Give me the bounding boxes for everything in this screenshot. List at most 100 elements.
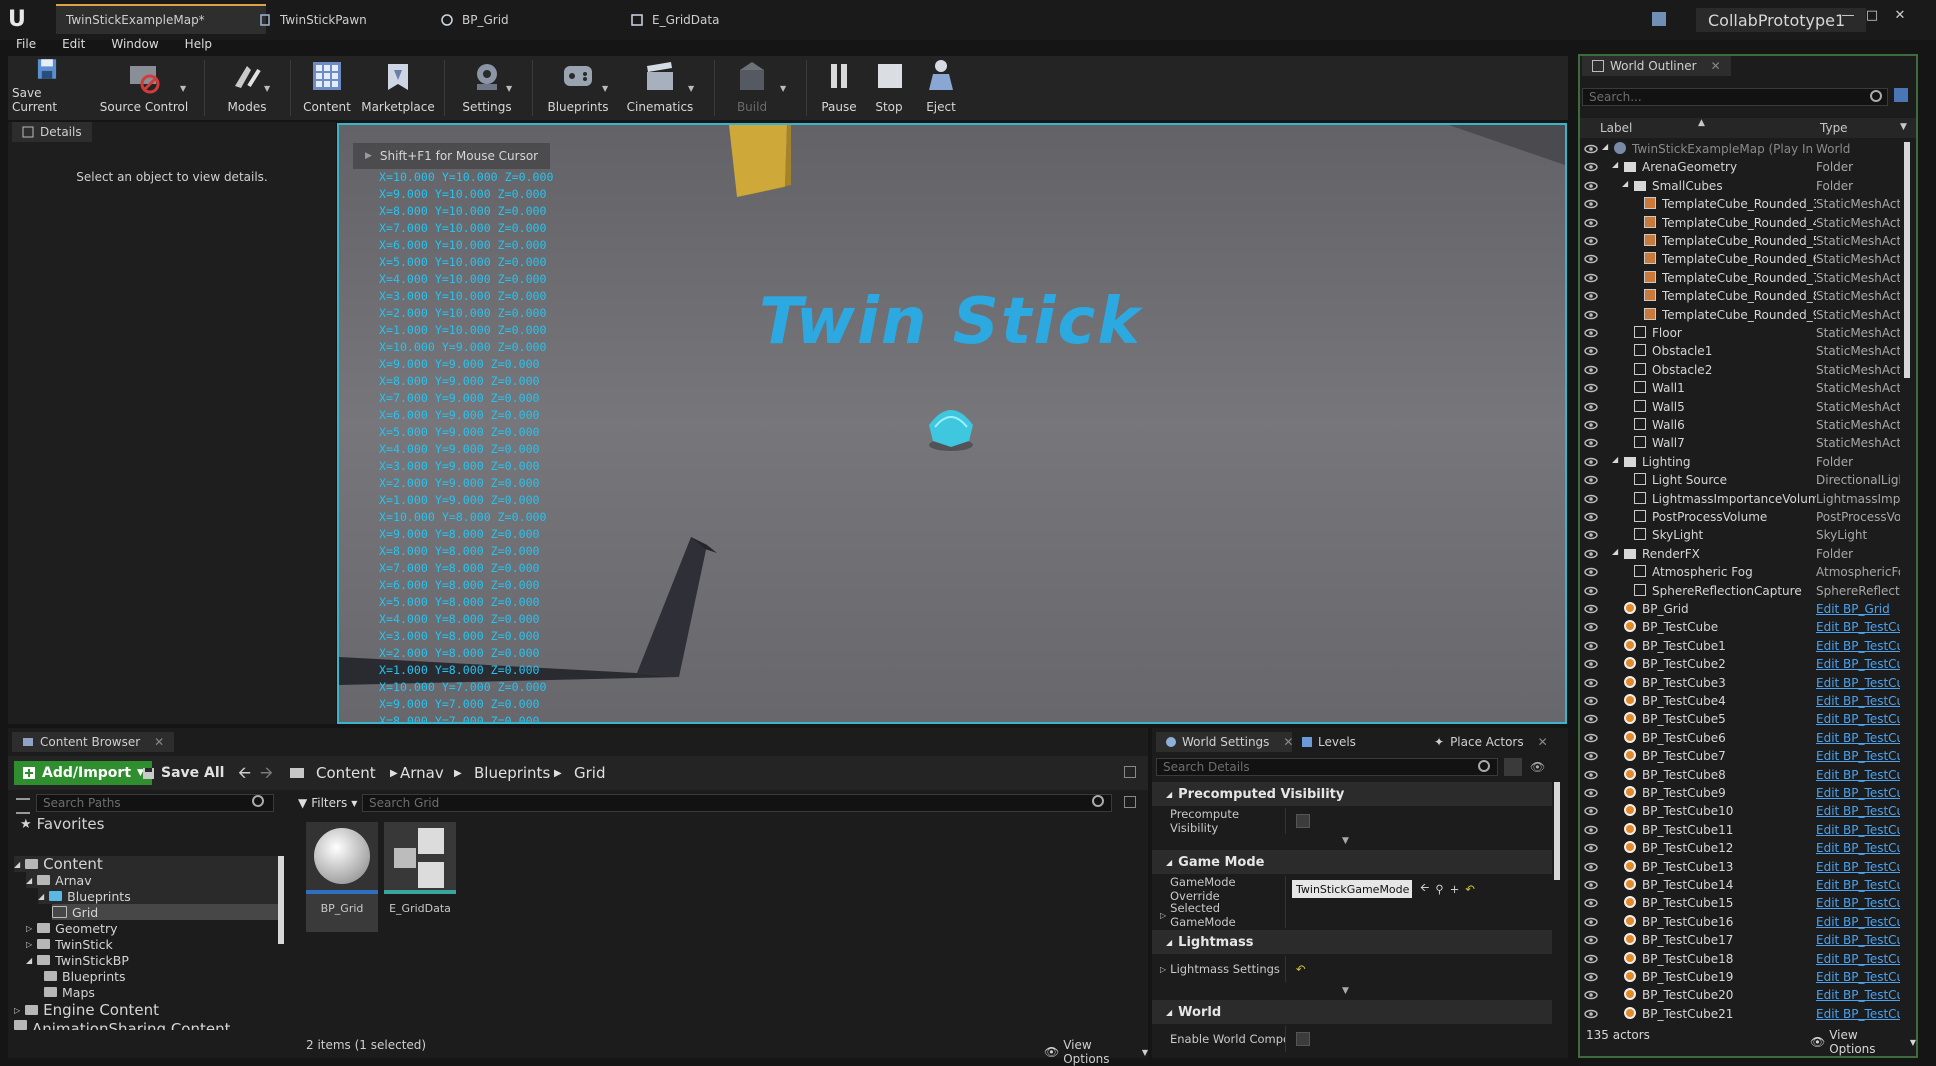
content-button[interactable]: Content [296, 56, 358, 120]
tab-levels[interactable]: Levels [1292, 732, 1366, 752]
outliner-row[interactable]: BP_TestCube21 Edit BP_TestCu [1580, 1005, 1900, 1023]
reset-icon[interactable]: ↶ [1465, 882, 1475, 896]
build-dropdown-icon[interactable]: ▼ [780, 84, 786, 93]
visibility-eye-icon[interactable] [1584, 934, 1598, 946]
edit-blueprint-link[interactable]: Edit BP_TestCu [1816, 712, 1900, 726]
tab-bp-grid[interactable]: BP_Grid [430, 6, 620, 34]
outliner-row[interactable]: BP_TestCube3 Edit BP_TestCu [1580, 674, 1900, 692]
outliner-row[interactable]: Floor StaticMeshActor [1580, 324, 1900, 342]
edit-blueprint-link[interactable]: Edit BP_TestCu [1816, 896, 1900, 910]
edit-blueprint-link[interactable]: Edit BP_TestCu [1816, 988, 1900, 1002]
gamemode-override-select[interactable]: TwinStickGameMode [1292, 880, 1412, 898]
tree-item-grid[interactable]: Grid [52, 904, 284, 920]
outliner-row[interactable]: SkyLight SkyLight [1580, 526, 1900, 544]
outliner-row[interactable]: BP_TestCube Edit BP_TestCu [1580, 618, 1900, 636]
tab-e-griddata[interactable]: E_GridData [620, 6, 810, 34]
asset-tile-bp-grid[interactable]: BP_Grid [306, 822, 378, 932]
advanced-expand-icon[interactable]: ▼ [1342, 836, 1349, 846]
tab-twinstick-pawn[interactable]: TwinStickPawn [248, 6, 428, 34]
modes-button[interactable]: Modes [212, 56, 282, 120]
level-viewport[interactable]: Twin Stick ▶ Shift+F1 for Mouse Cursor X… [337, 123, 1567, 724]
add-icon[interactable]: + [1450, 882, 1460, 896]
outliner-row[interactable]: BP_TestCube13 Edit BP_TestCu [1580, 858, 1900, 876]
edit-blueprint-link[interactable]: Edit BP_TestCu [1816, 639, 1900, 653]
visibility-eye-icon[interactable] [1584, 143, 1598, 155]
expand-arrow-icon[interactable]: ◢ [1612, 160, 1618, 169]
outliner-row[interactable]: Light Source DirectionalLight [1580, 471, 1900, 489]
visibility-eye-icon[interactable] [1584, 217, 1598, 229]
outliner-row[interactable]: Obstacle1 StaticMeshActor [1580, 342, 1900, 360]
visibility-eye-icon[interactable] [1584, 235, 1598, 247]
modes-dropdown-icon[interactable]: ▼ [264, 84, 270, 93]
outliner-row[interactable]: BP_TestCube4 Edit BP_TestCu [1580, 692, 1900, 710]
outliner-row[interactable]: TemplateCube_Rounded_9StaticMeshActor [1580, 306, 1900, 324]
edit-blueprint-link[interactable]: Edit BP_TestCu [1816, 878, 1900, 892]
close-icon[interactable]: ✕ [1890, 6, 1910, 26]
source-tree-scrollbar[interactable] [278, 856, 284, 944]
visibility-eye-icon[interactable] [1584, 364, 1598, 376]
add-import-button[interactable]: Add/Import ▼ [14, 761, 152, 785]
outliner-row[interactable]: TemplateCube_Rounded_6StaticMeshActor [1580, 250, 1900, 268]
close-tab-icon[interactable]: ✕ [154, 735, 164, 749]
visibility-eye-icon[interactable] [1584, 658, 1598, 670]
outliner-row[interactable]: BP_TestCube1 Edit BP_TestCu [1580, 637, 1900, 655]
outliner-row[interactable]: TemplateCube_Rounded_3StaticMeshActor [1580, 195, 1900, 213]
content-browser-tab[interactable]: Content Browser ✕ [12, 732, 175, 752]
outliner-row[interactable]: BP_TestCube20 Edit BP_TestCu [1580, 986, 1900, 1004]
outliner-row[interactable]: BP_TestCube6 Edit BP_TestCu [1580, 729, 1900, 747]
save-search-icon[interactable] [1124, 796, 1136, 808]
outliner-row[interactable]: TemplateCube_Rounded_5StaticMeshActor [1580, 232, 1900, 250]
details-scrollbar[interactable] [1554, 782, 1560, 880]
visibility-eye-icon[interactable] [1584, 732, 1598, 744]
section-world[interactable]: ◢ World [1152, 1000, 1552, 1024]
breadcrumb-blueprints[interactable]: Blueprints [474, 764, 550, 782]
blueprints-dropdown-icon[interactable]: ▼ [602, 84, 608, 93]
column-options-icon[interactable]: ▼ [1900, 122, 1907, 132]
reset-icon[interactable]: ↶ [1296, 962, 1306, 976]
outliner-row[interactable]: Wall7 StaticMeshActor [1580, 434, 1900, 452]
breadcrumb-content[interactable]: Content [316, 764, 376, 782]
outliner-row[interactable]: ◢ RenderFX Folder [1580, 545, 1900, 563]
outliner-row[interactable]: PostProcessVolume PostProcessVol [1580, 508, 1900, 526]
source-control-status-icon[interactable] [1652, 12, 1666, 26]
close-tab-icon[interactable]: ✕ [1711, 59, 1721, 73]
create-folder-icon[interactable] [1894, 88, 1908, 102]
outliner-row[interactable]: LightmassImportanceVolumeLightmassImpor [1580, 490, 1900, 508]
outliner-row[interactable]: TemplateCube_Rounded_4StaticMeshActor [1580, 214, 1900, 232]
expand-arrow-icon[interactable]: ◢ [1602, 142, 1608, 151]
visibility-eye-icon[interactable] [1584, 603, 1598, 615]
visibility-eye-icon[interactable] [1584, 677, 1598, 689]
outliner-row[interactable]: BP_TestCube15 Edit BP_TestCu [1580, 894, 1900, 912]
edit-blueprint-link[interactable]: Edit BP_TestCu [1816, 620, 1900, 634]
tab-place-actors[interactable]: ✦ Place Actors ✕ [1424, 732, 1558, 752]
visibility-eye-icon[interactable] [1584, 750, 1598, 762]
minimize-icon[interactable]: — [1838, 6, 1858, 26]
tree-item-content[interactable]: ◢ Content [14, 855, 284, 873]
visibility-eye-icon[interactable] [1584, 916, 1598, 928]
tree-item-twinstick[interactable]: ▷ TwinStick [26, 936, 113, 952]
history-back-icon[interactable]: 🡨 [238, 762, 251, 789]
visibility-eye-icon[interactable] [1584, 198, 1598, 210]
outliner-row[interactable]: BP_TestCube2 Edit BP_TestCu [1580, 655, 1900, 673]
tab-world-settings[interactable]: World Settings ✕ [1156, 732, 1304, 752]
outliner-view-options-button[interactable]: 👁 View Options ▼ [1810, 1028, 1916, 1056]
stop-button[interactable]: Stop [866, 56, 912, 120]
outliner-row[interactable]: BP_TestCube11 Edit BP_TestCu [1580, 821, 1900, 839]
edit-blueprint-link[interactable]: Edit BP_TestCu [1816, 841, 1900, 855]
cinematics-dropdown-icon[interactable]: ▼ [688, 84, 694, 93]
outliner-row[interactable]: Wall6 StaticMeshActor [1580, 416, 1900, 434]
outliner-row[interactable]: BP_TestCube17 Edit BP_TestCu [1580, 931, 1900, 949]
visibility-eye-icon[interactable] [1584, 585, 1598, 597]
visibility-eye-icon[interactable] [1584, 842, 1598, 854]
visibility-eye-icon[interactable] [1584, 327, 1598, 339]
visibility-eye-icon[interactable] [1584, 769, 1598, 781]
save-all-button[interactable]: Save All [142, 762, 224, 784]
cinematics-button[interactable]: Cinematics [622, 56, 698, 120]
visibility-eye-icon[interactable] [1584, 382, 1598, 394]
visibility-eye-icon[interactable] [1584, 511, 1598, 523]
edit-blueprint-link[interactable]: Edit BP_TestCu [1816, 749, 1900, 763]
edit-blueprint-link[interactable]: Edit BP_TestCu [1816, 1007, 1900, 1021]
visibility-eye-icon[interactable] [1584, 290, 1598, 302]
outliner-row[interactable]: BP_TestCube16 Edit BP_TestCu [1580, 913, 1900, 931]
pause-button[interactable]: Pause [814, 56, 864, 120]
